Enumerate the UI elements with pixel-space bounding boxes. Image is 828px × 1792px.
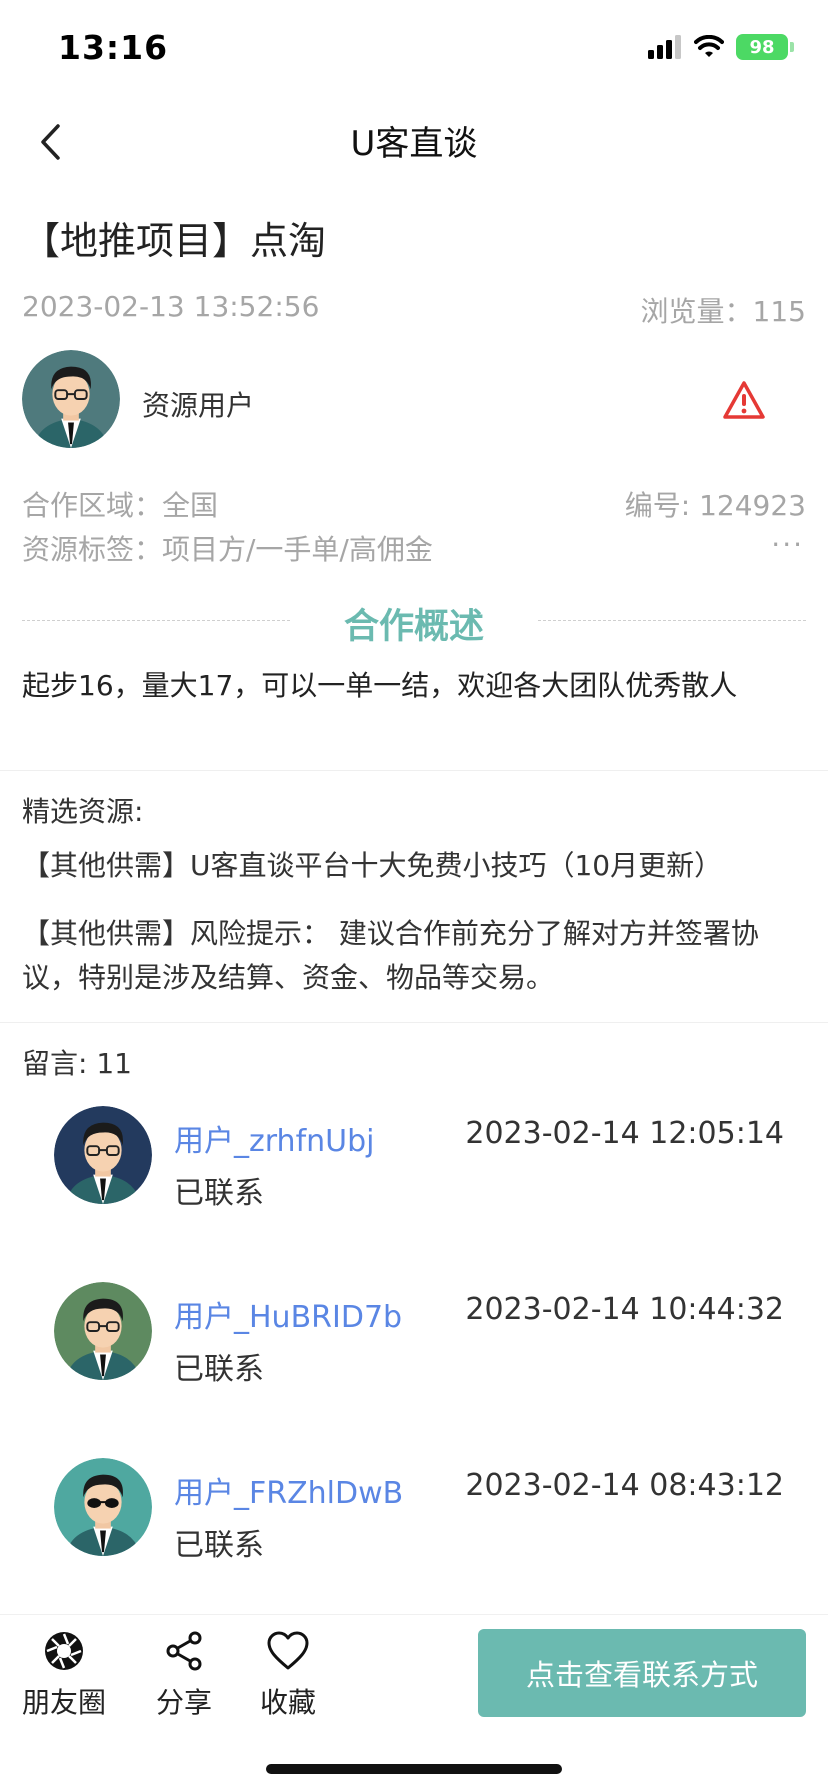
signal-icon [648, 35, 681, 59]
comment-time: 2023-02-14 10:44:32 [465, 1292, 784, 1327]
resource-id: 编号: 124923 [624, 489, 806, 522]
nav-bar: U客直谈 [0, 100, 828, 184]
comment-item: 用户_HuBRID7b 2023-02-14 10:44:32 已联系 [54, 1282, 784, 1387]
comment-username[interactable]: 用户_zrhfnUbj [174, 1116, 374, 1160]
cooperation-area: 合作区域：全国 [22, 489, 219, 522]
post-title: 【地推项目】点淘 [22, 219, 327, 263]
view-count: 浏览量：115 [640, 295, 806, 328]
overview-header: 合作概述 [22, 596, 806, 647]
share-button[interactable]: 分享 [156, 1629, 212, 1721]
view-contact-button[interactable]: 点击查看联系方式 [478, 1629, 806, 1717]
comment-text: 已联系 [174, 1176, 264, 1211]
heart-icon [267, 1631, 309, 1670]
moments-label: 朋友圈 [22, 1686, 107, 1719]
page: 13:16 98 U客直谈 【地推项目】点淘 2023-02-13 13:52:… [0, 0, 828, 1792]
divider [0, 1022, 828, 1023]
battery-icon: 98 [736, 34, 794, 60]
resource-tags: 资源标签：项目方/一手单/高佣金 [22, 533, 433, 566]
featured-item[interactable]: 【其他供需】U客直谈平台十大免费小技巧（10月更新） [22, 844, 806, 888]
report-button[interactable] [722, 380, 766, 420]
avatar[interactable] [22, 350, 120, 448]
comment-time: 2023-02-14 12:05:14 [465, 1116, 784, 1151]
overview-text: 起步16，量大17，可以一单一结，欢迎各大团队优秀散人 [22, 669, 738, 702]
more-button[interactable]: ··· [771, 528, 804, 561]
moments-icon [45, 1632, 83, 1670]
divider [0, 770, 828, 771]
status-time: 13:16 [58, 28, 169, 67]
author-row: 资源用户 [22, 350, 806, 450]
comment-username[interactable]: 用户_HuBRID7b [174, 1292, 402, 1336]
comment-username[interactable]: 用户_FRZhlDwB [174, 1468, 403, 1512]
avatar[interactable] [54, 1458, 152, 1556]
share-icon [166, 1631, 202, 1671]
comments-label: 留言: 11 [22, 1047, 132, 1080]
moments-button[interactable]: 朋友圈 [22, 1629, 106, 1721]
divider-right [538, 620, 806, 621]
comment-item: 用户_zrhfnUbj 2023-02-14 12:05:14 已联系 [54, 1106, 784, 1211]
comment-time: 2023-02-14 08:43:12 [465, 1468, 784, 1503]
post-date: 2023-02-13 13:52:56 [22, 290, 320, 323]
avatar[interactable] [54, 1106, 152, 1204]
featured-item[interactable]: 【其他供需】风险提示： 建议合作前充分了解对方并签署协议，特别是涉及结算、资金、… [22, 912, 806, 1000]
favorite-label: 收藏 [260, 1686, 317, 1719]
favorite-button[interactable]: 收藏 [260, 1629, 316, 1721]
status-icons: 98 [648, 34, 794, 60]
author-name[interactable]: 资源用户 [142, 384, 254, 424]
page-title: U客直谈 [350, 124, 478, 164]
comment-item: 用户_FRZhlDwB 2023-02-14 08:43:12 已联系 [54, 1458, 784, 1563]
status-bar: 13:16 98 [0, 0, 828, 100]
overview-title: 合作概述 [343, 607, 484, 647]
wifi-icon [694, 35, 724, 57]
comment-text: 已联系 [174, 1352, 264, 1387]
avatar[interactable] [54, 1282, 152, 1380]
comment-text: 已联系 [174, 1528, 264, 1563]
featured-label: 精选资源: [22, 795, 144, 828]
share-label: 分享 [156, 1686, 213, 1719]
home-indicator [266, 1764, 562, 1774]
warning-icon [723, 381, 765, 419]
